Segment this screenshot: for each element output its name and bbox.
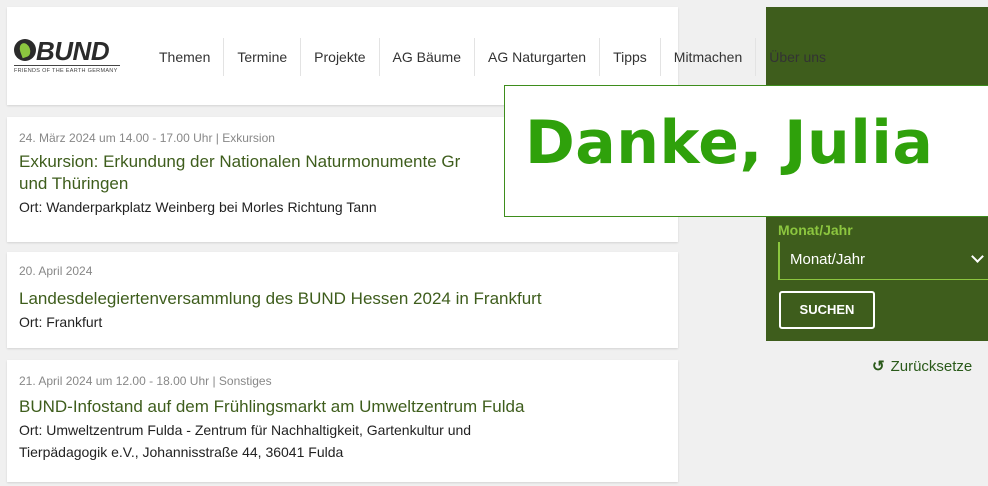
month-year-selected: Monat/Jahr [790, 251, 866, 268]
event-card: 20. April 2024 Landesdelegiertenversamml… [7, 252, 678, 348]
month-year-select[interactable]: Monat/Jahr [778, 242, 988, 280]
nav-item-ag-naturgarten[interactable]: AG Naturgarten [474, 38, 599, 76]
reset-link[interactable]: ↺ Zurücksetze [872, 357, 972, 375]
main-nav: Themen Termine Projekte AG Bäume AG Natu… [146, 38, 839, 76]
nav-item-ueber-uns[interactable]: Über uns [755, 38, 839, 76]
event-place: Tierpädagogik e.V., Johannisstraße 44, 3… [19, 444, 344, 460]
event-title[interactable]: Landesdelegiertenversammlung des BUND He… [19, 288, 666, 310]
search-button[interactable]: SUCHEN [779, 291, 875, 329]
nav-item-termine[interactable]: Termine [223, 38, 300, 76]
nav-item-mitmachen[interactable]: Mitmachen [659, 38, 755, 76]
nav-item-tipps[interactable]: Tipps [599, 38, 660, 76]
nav-item-ag-baeume[interactable]: AG Bäume [378, 38, 474, 76]
reset-label: Zurücksetze [890, 358, 973, 375]
event-place: Ort: Umweltzentrum Fulda - Zentrum für N… [19, 422, 472, 438]
event-card: 21. April 2024 um 12.00 - 18.00 Uhr | So… [7, 360, 678, 482]
reset-icon: ↺ [872, 358, 885, 375]
thanks-banner: Danke, Julia [504, 85, 988, 217]
event-meta: 21. April 2024 um 12.00 - 18.00 Uhr | So… [19, 374, 272, 388]
month-year-label: Monat/Jahr [778, 222, 853, 238]
chevron-down-icon [971, 250, 984, 263]
event-meta: 20. April 2024 [19, 264, 93, 278]
event-title[interactable]: BUND-Infostand auf dem Frühlingsmarkt am… [19, 396, 666, 418]
event-place: Ort: Frankfurt [19, 314, 103, 330]
nav-item-themen[interactable]: Themen [146, 38, 223, 76]
thanks-banner-text: Danke, Julia [525, 108, 934, 178]
nav-item-projekte[interactable]: Projekte [300, 38, 378, 76]
